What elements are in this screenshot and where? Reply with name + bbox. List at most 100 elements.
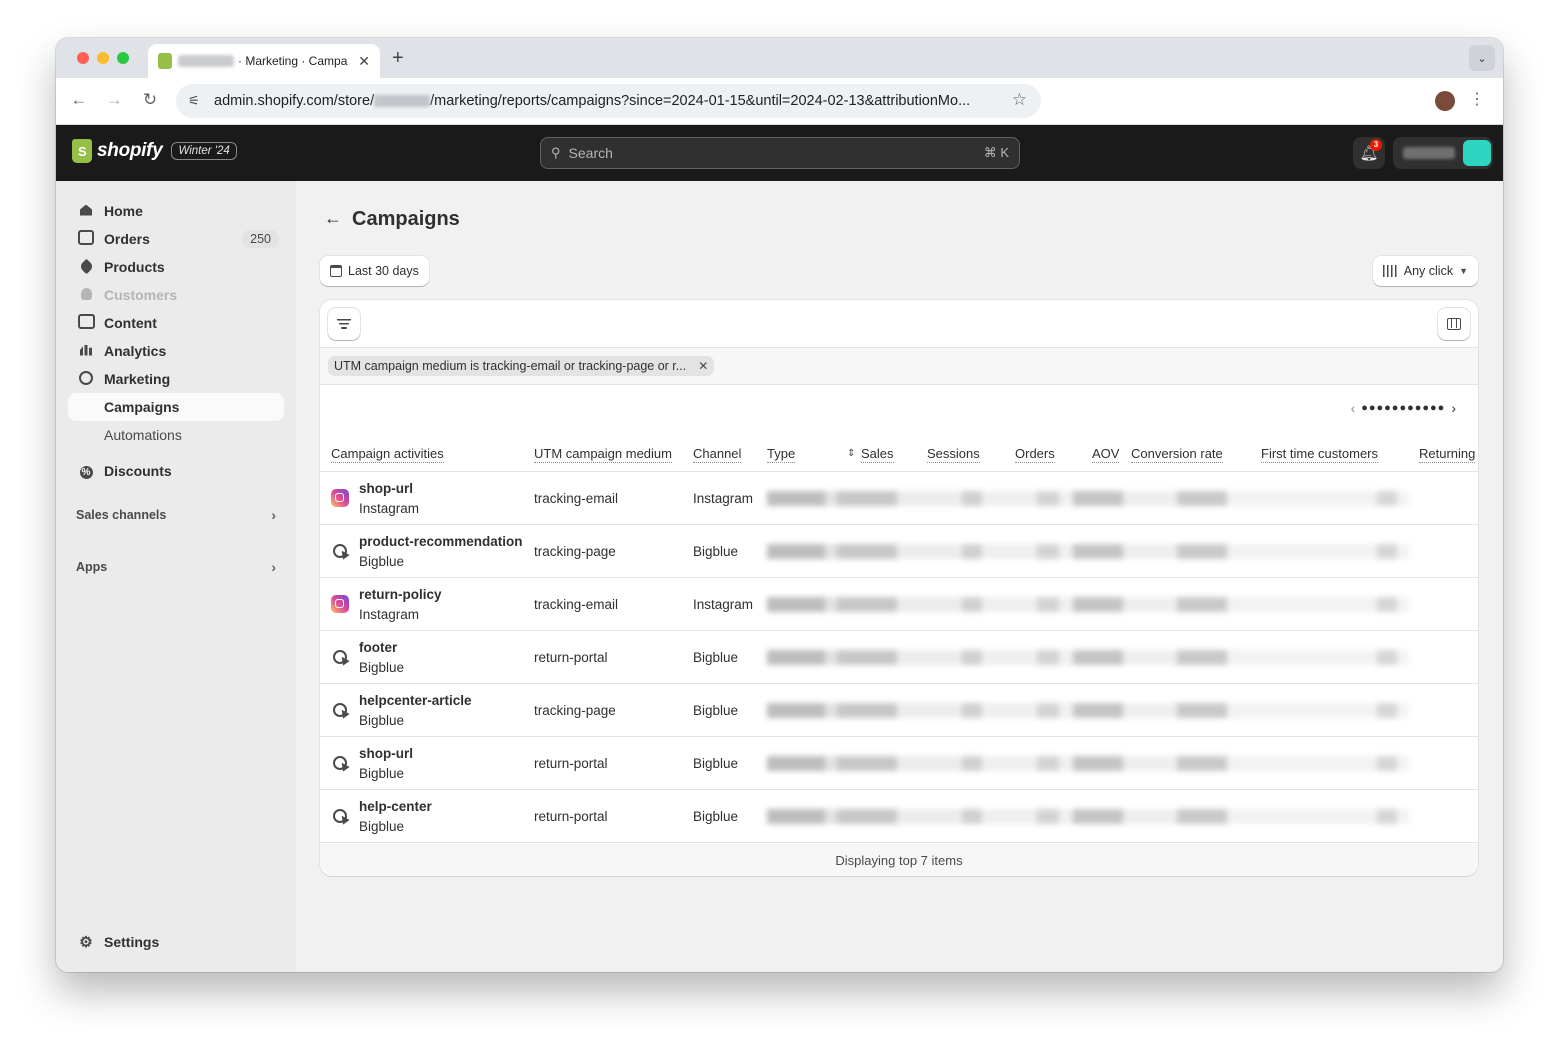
forward-icon[interactable]: → xyxy=(103,90,125,110)
store-menu-button[interactable] xyxy=(1393,137,1493,169)
applied-filters: UTM campaign medium is tracking-email or… xyxy=(320,348,1478,385)
attribution-model-button[interactable]: Any click ▼ xyxy=(1372,256,1478,286)
table-row[interactable]: helpcenter-article Bigblue tracking-page… xyxy=(320,684,1478,737)
home-icon xyxy=(68,204,104,219)
utm-medium-cell: tracking-page xyxy=(534,544,616,559)
column-header[interactable]: Sales xyxy=(861,446,894,463)
channel-cell: Instagram xyxy=(693,597,754,612)
table-row[interactable]: return-policy Instagram tracking-email I… xyxy=(320,578,1478,631)
channel-cell: Instagram xyxy=(693,491,754,506)
column-header[interactable]: AOV xyxy=(1092,446,1120,463)
search-input[interactable]: ⚲ Search ⌘ K xyxy=(540,137,1020,169)
close-window-button[interactable] xyxy=(77,52,89,64)
campaign-name[interactable]: product-recommendation xyxy=(359,534,523,549)
table-row[interactable]: shop-url Instagram tracking-email Instag… xyxy=(320,472,1478,525)
sidebar-item-orders[interactable]: Orders 250 xyxy=(68,225,284,253)
bigblue-icon xyxy=(331,807,349,825)
column-header[interactable]: Orders xyxy=(1015,446,1055,463)
bigblue-icon xyxy=(331,542,349,560)
new-tab-button[interactable]: + xyxy=(392,47,404,70)
orders-icon xyxy=(68,230,104,248)
sidebar-item-label: Campaigns xyxy=(104,399,180,415)
profile-avatar[interactable] xyxy=(1435,91,1455,111)
reload-icon[interactable]: ↻ xyxy=(139,90,161,110)
tab-search-button[interactable]: ⌄ xyxy=(1469,45,1495,71)
analytics-icon xyxy=(68,344,104,359)
utm-medium-cell: return-portal xyxy=(534,809,608,824)
table-header: Campaign activities UTM campaign medium … xyxy=(320,440,1478,472)
bigblue-icon xyxy=(331,701,349,719)
sidebar-item-label: Customers xyxy=(104,287,178,303)
section-label: Apps xyxy=(76,560,108,574)
sidebar-item-home[interactable]: Home xyxy=(68,197,284,225)
pager-next-icon[interactable]: › xyxy=(1445,400,1462,416)
address-bar[interactable]: ⚟ admin.shopify.com/store/ /marketing/re… xyxy=(176,84,1041,118)
sidebar-item-label: Analytics xyxy=(104,343,167,359)
sidebar-section-apps[interactable]: Apps › xyxy=(76,559,276,575)
column-header[interactable]: Conversion rate xyxy=(1131,446,1223,463)
sidebar-item-analytics[interactable]: Analytics xyxy=(68,337,284,365)
column-header[interactable]: Type xyxy=(767,446,796,463)
store-avatar xyxy=(1463,140,1491,166)
sidebar-item-label: Products xyxy=(104,259,165,275)
pager-prev-icon[interactable]: ‹ xyxy=(1345,400,1362,416)
sort-icon[interactable]: ⇕ xyxy=(847,448,855,459)
column-header[interactable]: Channel xyxy=(693,446,742,463)
table-row[interactable]: help-center Bigblue return-portal Bigblu… xyxy=(320,790,1478,843)
channel-cell: Bigblue xyxy=(693,544,739,559)
back-icon[interactable]: ← xyxy=(68,90,90,110)
section-label: Sales channels xyxy=(76,508,167,522)
campaign-source: Bigblue xyxy=(359,819,405,834)
table-footer: Displaying top 7 items xyxy=(320,844,1478,876)
shopify-logo[interactable]: shopify Winter '24 xyxy=(72,139,237,163)
sidebar-item-automations[interactable]: Automations xyxy=(68,421,284,449)
table-row[interactable]: product-recommendation Bigblue tracking-… xyxy=(320,525,1478,578)
filter-chip[interactable]: UTM campaign medium is tracking-email or… xyxy=(328,356,715,376)
column-header[interactable]: First time customers xyxy=(1261,446,1379,463)
columns-button[interactable] xyxy=(1438,308,1470,340)
admin-top-bar: shopify Winter '24 ⚲ Search ⌘ K 🔔︎ 3 xyxy=(56,125,1503,181)
bookmark-star-icon[interactable]: ☆ xyxy=(1012,90,1027,110)
filter-icon xyxy=(337,319,351,329)
campaign-name[interactable]: shop-url xyxy=(359,481,413,496)
filter-button[interactable] xyxy=(328,308,360,340)
search-shortcut: ⌘ K xyxy=(983,145,1009,160)
redacted-metrics xyxy=(767,809,1409,824)
chevron-right-icon: › xyxy=(271,559,276,575)
back-arrow-icon[interactable]: ← xyxy=(324,208,342,229)
campaign-name[interactable]: helpcenter-article xyxy=(359,693,472,708)
sidebar-item-settings[interactable]: Settings xyxy=(68,928,284,956)
campaign-name[interactable]: shop-url xyxy=(359,746,413,761)
column-header[interactable]: Sessions xyxy=(927,446,980,463)
sidebar-section-sales-channels[interactable]: Sales channels › xyxy=(76,507,276,523)
sidebar-item-marketing[interactable]: Marketing xyxy=(68,365,284,393)
sidebar-item-discounts[interactable]: Discounts xyxy=(68,457,284,485)
tab-close-icon[interactable]: ✕ xyxy=(358,53,370,70)
browser-menu-icon[interactable]: ⋮ xyxy=(1469,89,1485,109)
campaign-source: Instagram xyxy=(359,501,420,516)
column-header[interactable]: UTM campaign medium xyxy=(534,446,672,463)
notifications-button[interactable]: 🔔︎ 3 xyxy=(1353,137,1385,169)
utm-medium-cell: return-portal xyxy=(534,650,608,665)
column-header[interactable]: Campaign activities xyxy=(331,446,444,463)
maximize-window-button[interactable] xyxy=(117,52,129,64)
site-settings-icon[interactable]: ⚟ xyxy=(188,93,206,109)
minimize-window-button[interactable] xyxy=(97,52,109,64)
column-header[interactable]: Returning xyxy=(1419,446,1476,463)
table-row[interactable]: footer Bigblue return-portal Bigblue xyxy=(320,631,1478,684)
sidebar-item-content[interactable]: Content xyxy=(68,309,284,337)
person-icon xyxy=(68,288,104,303)
sidebar-item-campaigns[interactable]: Campaigns xyxy=(68,393,284,421)
sidebar-item-products[interactable]: Products xyxy=(68,253,284,281)
date-range-button[interactable]: Last 30 days xyxy=(320,256,429,286)
campaign-name[interactable]: help-center xyxy=(359,799,432,814)
sidebar-item-customers[interactable]: Customers xyxy=(68,281,284,309)
remove-filter-icon[interactable]: ✕ xyxy=(698,359,708,373)
table-row[interactable]: shop-url Bigblue return-portal Bigblue xyxy=(320,737,1478,790)
url-prefix: admin.shopify.com/store/ xyxy=(214,93,375,109)
campaign-name[interactable]: footer xyxy=(359,640,397,655)
browser-tab-active[interactable]: · Marketing · Campa ✕ xyxy=(148,44,380,78)
campaign-name[interactable]: return-policy xyxy=(359,587,442,602)
shopify-favicon-icon xyxy=(158,53,172,69)
discount-icon xyxy=(68,463,104,479)
